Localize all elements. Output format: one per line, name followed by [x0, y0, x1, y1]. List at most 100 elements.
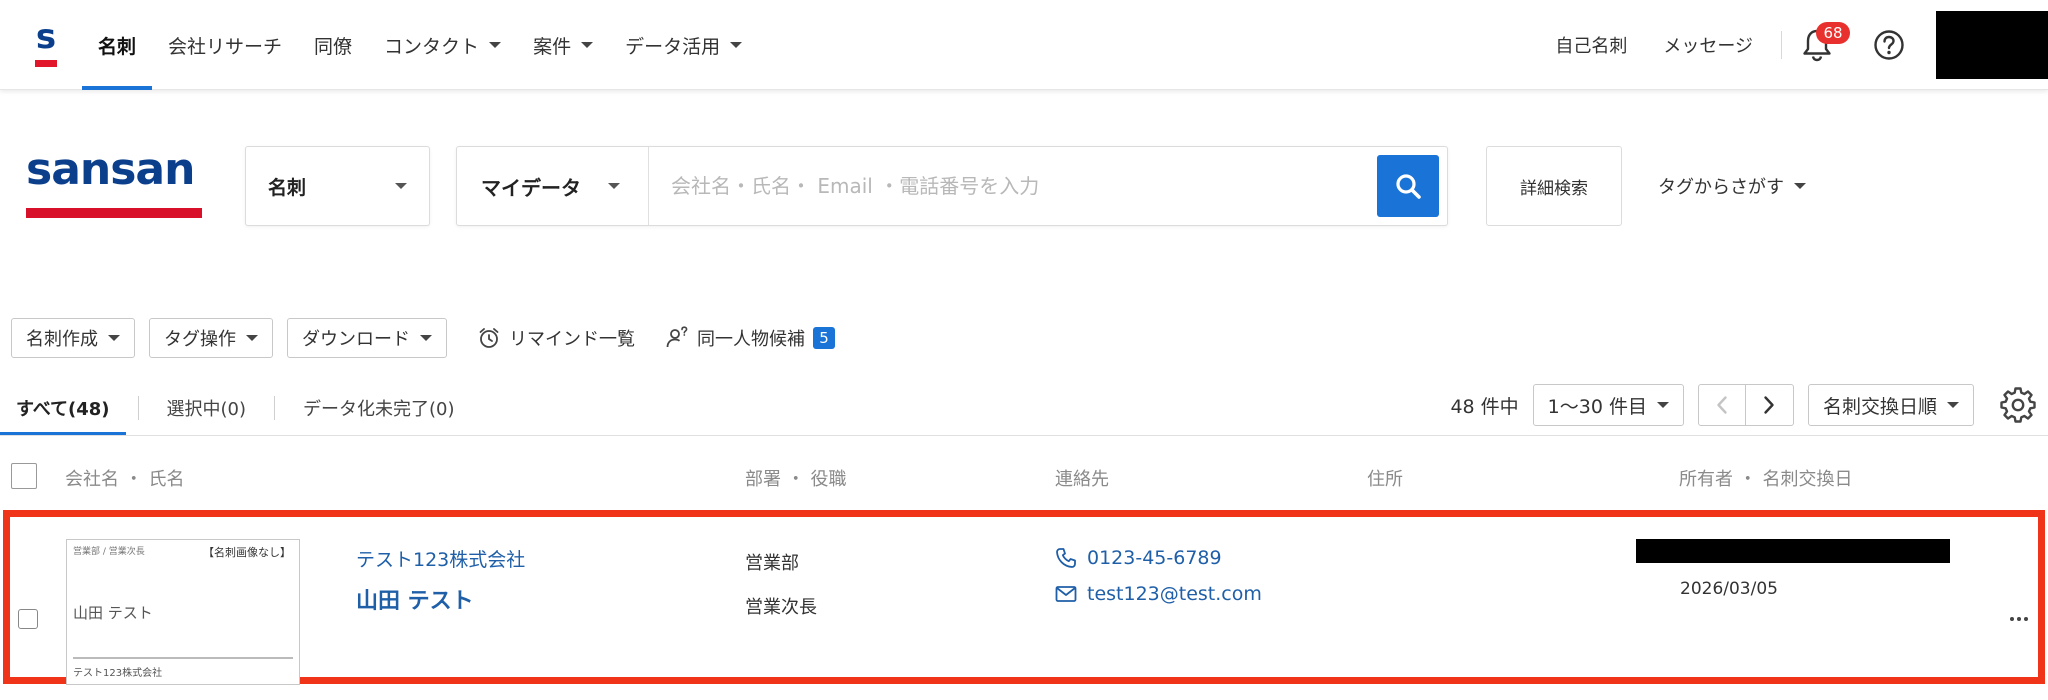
create-card-button[interactable]: 名刺作成 [11, 318, 135, 358]
tag-operations-label: タグ操作 [164, 329, 236, 350]
tab-selected-label: 選択中(0) [166, 399, 247, 420]
owner-name-redacted [1636, 539, 1950, 563]
notifications-button[interactable]: 68 [1792, 20, 1850, 70]
tab-divider [274, 396, 276, 420]
page-range-value: 1〜30 件目 [1547, 395, 1647, 418]
row-more-options-button[interactable] [2004, 609, 2034, 629]
brand-red-bar [35, 60, 57, 67]
tab-pending-label: データ化未完了(0) [303, 399, 455, 420]
select-all-checkbox[interactable] [11, 463, 37, 489]
top-navigation: s 名刺 会社リサーチ 同僚 コンタクト 案件 データ活用 自己名刺 メッセージ [0, 0, 2048, 90]
advanced-search-button[interactable]: 詳細検索 [1486, 146, 1622, 226]
nav-item-contacts[interactable]: コンタクト [368, 0, 517, 90]
person-question-icon [666, 326, 688, 348]
email-link[interactable]: test123@test.com [1055, 583, 1262, 605]
tag-search-label: タグからさがす [1658, 177, 1784, 198]
search-scope-value: マイデータ [481, 175, 581, 200]
nav-item-colleagues[interactable]: 同僚 [298, 0, 368, 90]
chevron-right-icon [1764, 396, 1775, 414]
tag-search-dropdown[interactable]: タグからさがす [1658, 146, 1806, 226]
tag-operations-button[interactable]: タグ操作 [149, 318, 273, 358]
company-name-link[interactable]: テスト123株式会社 [356, 545, 525, 572]
tab-selected[interactable]: 選択中(0) [151, 380, 263, 436]
phone-link[interactable]: 0123-45-6789 [1055, 547, 1222, 569]
next-page-button[interactable] [1745, 384, 1794, 426]
nav-item-label: 案件 [533, 35, 572, 58]
nav-item-label: データ活用 [625, 35, 721, 58]
download-label: ダウンロード [302, 329, 410, 350]
department-text: 営業部 [745, 553, 799, 574]
nav-item-data-usage[interactable]: データ活用 [609, 0, 758, 90]
logo-red-bar [26, 208, 202, 218]
tab-all-label: すべて(48) [16, 399, 110, 420]
page-arrows [1697, 384, 1794, 426]
sort-order-value: 名刺交換日順 [1822, 395, 1937, 418]
person-name-link[interactable]: 山田 テスト [356, 583, 474, 615]
reminder-list-label: リマインド一覧 [509, 329, 635, 350]
thumb-person-name: 山田 テスト [73, 604, 153, 622]
phone-number: 0123-45-6789 [1087, 547, 1222, 569]
sort-order-select[interactable]: 名刺交換日順 [1807, 384, 1974, 426]
caret-down-icon [395, 183, 407, 189]
phone-icon [1056, 548, 1076, 568]
list-filter-tabs: すべて(48) 選択中(0) データ化未完了(0) [0, 380, 471, 436]
nav-item-label: 名刺 [98, 35, 137, 58]
search-input[interactable] [649, 147, 1377, 225]
search-button[interactable] [1377, 155, 1439, 217]
main-nav: 名刺 会社リサーチ 同僚 コンタクト 案件 データ活用 [82, 0, 758, 90]
sansan-logo[interactable]: sansan [26, 146, 202, 222]
reminder-list-link[interactable]: リマインド一覧 [477, 325, 635, 351]
duplicate-candidates-label: 同一人物候補 [697, 329, 805, 350]
email-address: test123@test.com [1087, 583, 1262, 605]
tab-all[interactable]: すべて(48) [0, 380, 126, 436]
caret-down-icon [1947, 402, 1959, 408]
account-menu-button[interactable] [1936, 11, 2048, 79]
table-row[interactable]: 営業部 / 営業次長 【名刺画像なし】 山田 テスト テスト123株式会社 テス… [3, 510, 2045, 685]
card-type-select[interactable]: 名刺 [245, 146, 430, 226]
notification-count-badge: 68 [1816, 22, 1850, 44]
table-header: 会社名 ・ 氏名 部署 ・ 役職 連絡先 住所 所有者 ・ 名刺交換日 [0, 452, 2048, 500]
card-type-value: 名刺 [268, 176, 307, 199]
logo-wordmark: sansan [26, 144, 195, 195]
caret-down-icon [108, 335, 120, 341]
job-title-text: 営業次長 [745, 597, 817, 618]
thumb-company-name: テスト123株式会社 [73, 668, 163, 679]
create-card-label: 名刺作成 [26, 329, 98, 350]
caret-down-icon [246, 335, 258, 341]
thumb-dept-title: 営業部 / 営業次長 [73, 547, 145, 557]
exchange-date: 2026/03/05 [1680, 579, 1778, 599]
nav-item-company-research[interactable]: 会社リサーチ [152, 0, 298, 90]
messages-link[interactable]: メッセージ [1645, 32, 1771, 58]
more-dot [2024, 617, 2028, 621]
help-icon [1874, 30, 1904, 60]
chevron-left-icon [1717, 396, 1727, 414]
sansan-brand-icon[interactable]: s [28, 17, 64, 67]
header-contact: 連絡先 [1055, 469, 1109, 490]
thumb-no-image-label: 【名刺画像なし】 [203, 546, 291, 559]
nav-right: 自己名刺 メッセージ 68 [1537, 0, 2048, 90]
list-settings-button[interactable] [1988, 384, 2048, 426]
row-checkbox[interactable] [18, 609, 38, 629]
nav-item-label: 同僚 [314, 35, 353, 58]
download-button[interactable]: ダウンロード [287, 318, 447, 358]
duplicate-candidates-link[interactable]: 同一人物候補 5 [665, 325, 835, 351]
alarm-clock-icon [479, 328, 499, 348]
page-range-select[interactable]: 1〜30 件目 [1532, 384, 1684, 426]
brand-letter: s [35, 17, 57, 57]
nav-item-business-cards[interactable]: 名刺 [82, 0, 153, 90]
header-company-name: 会社名 ・ 氏名 [65, 469, 185, 490]
card-toolbar: 名刺作成 タグ操作 ダウンロード リマインド一覧 同一人物候補 5 [11, 318, 849, 358]
previous-page-button[interactable] [1697, 384, 1746, 426]
nav-divider [1781, 31, 1782, 59]
search-scope-select[interactable]: マイデータ [457, 147, 649, 225]
my-card-link[interactable]: 自己名刺 [1537, 32, 1645, 58]
search-icon [1396, 174, 1421, 199]
tab-pending-digitization[interactable]: データ化未完了(0) [287, 380, 471, 436]
help-button[interactable] [1864, 20, 1914, 70]
caret-down-icon [730, 42, 743, 48]
tabs-underline [0, 435, 2048, 436]
nav-item-deals[interactable]: 案件 [517, 0, 609, 90]
gear-icon [2000, 387, 2036, 423]
business-card-thumbnail[interactable]: 営業部 / 営業次長 【名刺画像なし】 山田 テスト テスト123株式会社 [66, 539, 300, 685]
header-address: 住所 [1367, 469, 1403, 490]
